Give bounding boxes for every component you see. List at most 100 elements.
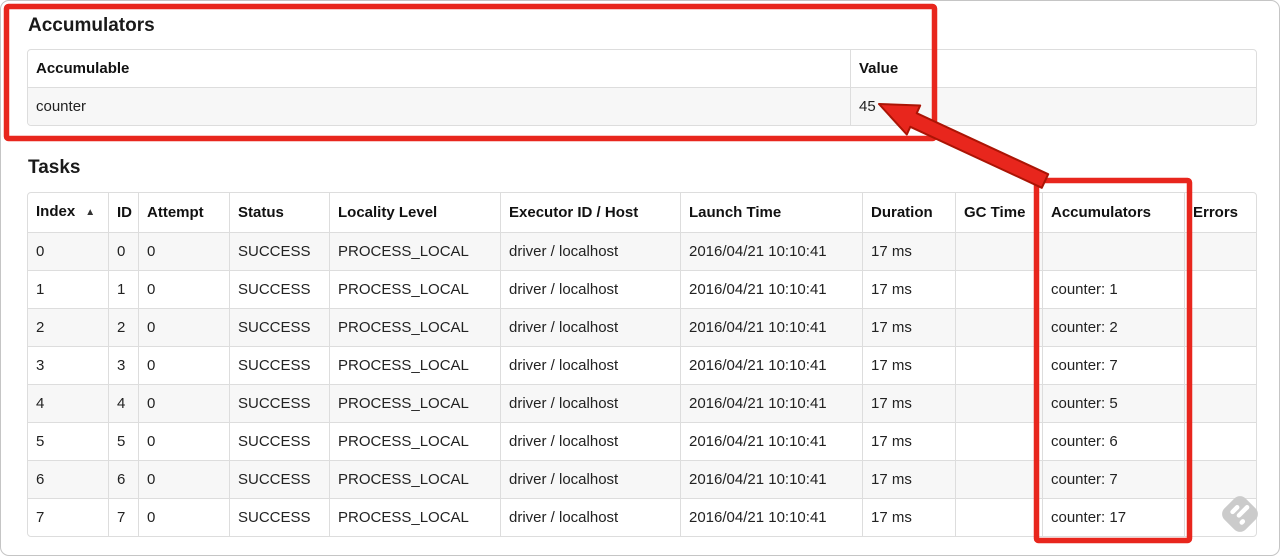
cell-duration: 17 ms — [862, 346, 955, 384]
column-header-locality-level[interactable]: Locality Level — [329, 193, 500, 232]
task-row: 0 0 0 SUCCESS PROCESS_LOCAL driver / loc… — [28, 232, 1256, 270]
cell-duration: 17 ms — [862, 498, 955, 536]
cell-accumulator-value: 45 — [850, 87, 1256, 125]
cell-executor-id-host: driver / localhost — [500, 270, 680, 308]
task-row: 1 1 0 SUCCESS PROCESS_LOCAL driver / loc… — [28, 270, 1256, 308]
cell-executor-id-host: driver / localhost — [500, 460, 680, 498]
cell-launch-time: 2016/04/21 10:10:41 — [680, 498, 862, 536]
cell-launch-time: 2016/04/21 10:10:41 — [680, 308, 862, 346]
task-row: 7 7 0 SUCCESS PROCESS_LOCAL driver / loc… — [28, 498, 1256, 536]
cell-accumulators: counter: 7 — [1042, 460, 1184, 498]
cell-index: 3 — [28, 346, 108, 384]
cell-errors — [1184, 270, 1256, 308]
cell-gc-time — [955, 232, 1042, 270]
cell-locality-level: PROCESS_LOCAL — [329, 308, 500, 346]
cell-duration: 17 ms — [862, 232, 955, 270]
cell-duration: 17 ms — [862, 460, 955, 498]
cell-status: SUCCESS — [229, 270, 329, 308]
cell-errors — [1184, 460, 1256, 498]
cell-attempt: 0 — [138, 346, 229, 384]
cell-accumulable: counter — [28, 87, 850, 125]
cell-executor-id-host: driver / localhost — [500, 308, 680, 346]
cell-executor-id-host: driver / localhost — [500, 422, 680, 460]
cell-locality-level: PROCESS_LOCAL — [329, 270, 500, 308]
spark-ui-page: Accumulators Accumulable Value counter 4… — [0, 0, 1280, 556]
cell-attempt: 0 — [138, 384, 229, 422]
column-header-index-label: Index — [36, 203, 76, 220]
cell-attempt: 0 — [138, 232, 229, 270]
cell-accumulators: counter: 17 — [1042, 498, 1184, 536]
cell-executor-id-host: driver / localhost — [500, 498, 680, 536]
tasks-table-header-row: Index ▲ ID Attempt Status Locality Level … — [28, 193, 1256, 232]
tasks-table: Index ▲ ID Attempt Status Locality Level … — [27, 192, 1257, 537]
cell-locality-level: PROCESS_LOCAL — [329, 232, 500, 270]
accumulators-table: Accumulable Value counter 45 — [27, 49, 1257, 126]
task-row: 5 5 0 SUCCESS PROCESS_LOCAL driver / loc… — [28, 422, 1256, 460]
cell-status: SUCCESS — [229, 498, 329, 536]
cell-errors — [1184, 308, 1256, 346]
task-row: 3 3 0 SUCCESS PROCESS_LOCAL driver / loc… — [28, 346, 1256, 384]
column-header-accumulable[interactable]: Accumulable — [28, 50, 850, 87]
cell-launch-time: 2016/04/21 10:10:41 — [680, 270, 862, 308]
cell-accumulators: counter: 7 — [1042, 346, 1184, 384]
cell-status: SUCCESS — [229, 460, 329, 498]
task-row: 2 2 0 SUCCESS PROCESS_LOCAL driver / loc… — [28, 308, 1256, 346]
cell-gc-time — [955, 460, 1042, 498]
cell-gc-time — [955, 308, 1042, 346]
column-header-errors[interactable]: Errors — [1184, 193, 1256, 232]
cell-index: 1 — [28, 270, 108, 308]
cell-duration: 17 ms — [862, 308, 955, 346]
accumulators-table-header-row: Accumulable Value — [28, 50, 1256, 87]
cell-launch-time: 2016/04/21 10:10:41 — [680, 346, 862, 384]
accumulator-row: counter 45 — [28, 87, 1256, 125]
task-row: 6 6 0 SUCCESS PROCESS_LOCAL driver / loc… — [28, 460, 1256, 498]
sort-ascending-icon: ▲ — [85, 207, 96, 218]
cell-locality-level: PROCESS_LOCAL — [329, 460, 500, 498]
cell-locality-level: PROCESS_LOCAL — [329, 422, 500, 460]
column-header-index[interactable]: Index ▲ — [28, 193, 108, 232]
cell-errors — [1184, 384, 1256, 422]
cell-locality-level: PROCESS_LOCAL — [329, 498, 500, 536]
page-content: Accumulators Accumulable Value counter 4… — [1, 1, 1279, 537]
cell-attempt: 0 — [138, 308, 229, 346]
cell-attempt: 0 — [138, 460, 229, 498]
cell-attempt: 0 — [138, 270, 229, 308]
column-header-id[interactable]: ID — [108, 193, 138, 232]
column-header-accumulators[interactable]: Accumulators — [1042, 193, 1184, 232]
cell-duration: 17 ms — [862, 270, 955, 308]
cell-executor-id-host: driver / localhost — [500, 346, 680, 384]
column-header-gc-time[interactable]: GC Time — [955, 193, 1042, 232]
cell-id: 1 — [108, 270, 138, 308]
cell-id: 3 — [108, 346, 138, 384]
cell-status: SUCCESS — [229, 232, 329, 270]
cell-launch-time: 2016/04/21 10:10:41 — [680, 460, 862, 498]
cell-executor-id-host: driver / localhost — [500, 232, 680, 270]
cell-id: 7 — [108, 498, 138, 536]
cell-id: 2 — [108, 308, 138, 346]
cell-index: 0 — [28, 232, 108, 270]
cell-status: SUCCESS — [229, 384, 329, 422]
column-header-executor-id-host[interactable]: Executor ID / Host — [500, 193, 680, 232]
cell-gc-time — [955, 498, 1042, 536]
cell-errors — [1184, 498, 1256, 536]
column-header-value[interactable]: Value — [850, 50, 1256, 87]
accumulators-section-heading: Accumulators — [28, 15, 155, 36]
cell-accumulators: counter: 6 — [1042, 422, 1184, 460]
cell-index: 6 — [28, 460, 108, 498]
column-header-status[interactable]: Status — [229, 193, 329, 232]
cell-id: 4 — [108, 384, 138, 422]
cell-attempt: 0 — [138, 498, 229, 536]
cell-status: SUCCESS — [229, 346, 329, 384]
cell-status: SUCCESS — [229, 422, 329, 460]
column-header-duration[interactable]: Duration — [862, 193, 955, 232]
cell-executor-id-host: driver / localhost — [500, 384, 680, 422]
cell-duration: 17 ms — [862, 384, 955, 422]
column-header-launch-time[interactable]: Launch Time — [680, 193, 862, 232]
cell-errors — [1184, 422, 1256, 460]
cell-launch-time: 2016/04/21 10:10:41 — [680, 384, 862, 422]
tasks-section-heading: Tasks — [28, 157, 81, 178]
cell-locality-level: PROCESS_LOCAL — [329, 384, 500, 422]
cell-status: SUCCESS — [229, 308, 329, 346]
column-header-attempt[interactable]: Attempt — [138, 193, 229, 232]
cell-accumulators: counter: 5 — [1042, 384, 1184, 422]
